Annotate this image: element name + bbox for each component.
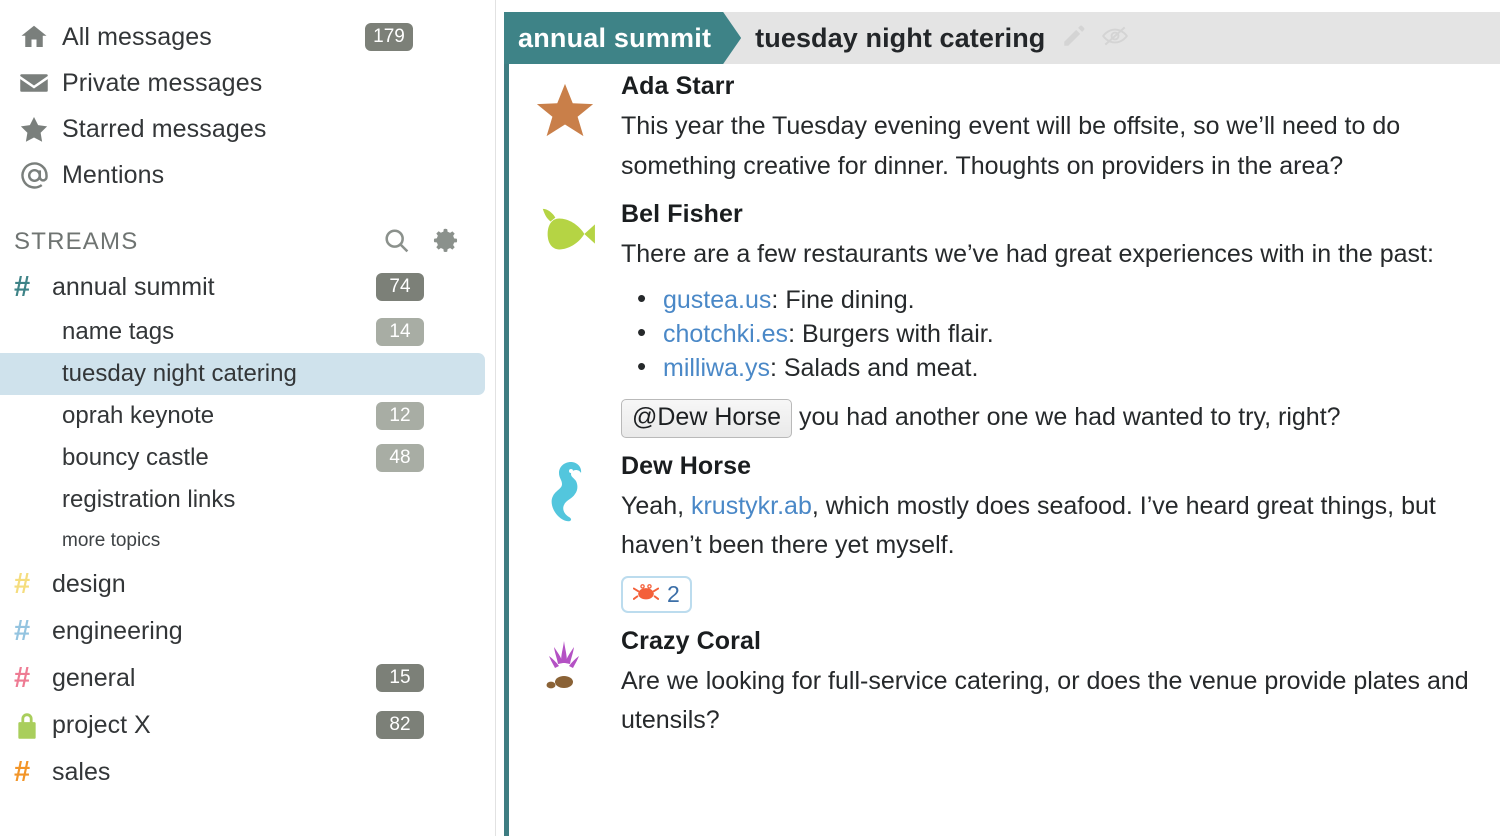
sidebar-stream-general[interactable]: # general 15	[0, 655, 495, 702]
hash-icon: #	[14, 662, 31, 694]
eye-slash-icon[interactable]	[1101, 23, 1129, 54]
stream-label-general: general	[52, 664, 136, 692]
crab-icon	[632, 581, 660, 608]
mention-rest-text: you had another one we had wanted to try…	[798, 402, 1341, 431]
message-text: There are a few restaurants we’ve had gr…	[621, 240, 1434, 268]
left-sidebar: All messages 179 Private messages Starre…	[0, 0, 495, 836]
sidebar-label-all-messages: All messages	[62, 22, 212, 51]
sidebar-item-starred-messages[interactable]: Starred messages	[0, 106, 495, 152]
unread-count-project-x: 82	[376, 711, 424, 739]
topic-label-tuesday-night-catering: tuesday night catering	[62, 360, 297, 387]
star-icon	[14, 115, 54, 144]
stream-label-sales: sales	[52, 758, 111, 786]
reaction-count: 2	[667, 580, 680, 607]
message-row: Crazy Coral Are we looking for full-serv…	[509, 619, 1500, 747]
message-sender[interactable]: Dew Horse	[621, 452, 1480, 481]
restaurant-list: gustea.us: Fine dining. chotchki.es: Bur…	[621, 281, 1480, 385]
lock-icon	[14, 712, 44, 740]
unread-count-general: 15	[376, 664, 424, 692]
text-pre: Yeah,	[621, 491, 691, 520]
sidebar-stream-project-x[interactable]: project X 82	[0, 702, 495, 749]
breadcrumb-stream[interactable]: annual summit	[504, 12, 741, 64]
sidebar-topic-registration-links[interactable]: registration links	[0, 479, 495, 521]
message-row: Dew Horse Yeah, krustykr.ab, which mostl…	[509, 444, 1500, 619]
user-mention-dew-horse[interactable]: @Dew Horse	[621, 398, 793, 438]
stream-label-engineering: engineering	[52, 617, 183, 645]
message-text: This year the Tuesday evening event will…	[621, 112, 1401, 180]
search-icon[interactable]	[382, 226, 411, 260]
unread-count-all-messages: 179	[365, 23, 413, 51]
topic-label-bouncy-castle: bouncy castle	[62, 444, 209, 471]
message-row: Bel Fisher There are a few restaurants w…	[509, 192, 1500, 444]
message-text: Yeah, krustykr.ab, which mostly does sea…	[621, 487, 1480, 566]
sidebar-topic-oprah-keynote[interactable]: oprah keynote 12	[0, 395, 495, 437]
unread-count-name-tags: 14	[376, 318, 424, 346]
reaction-badge-crab[interactable]: 2	[621, 575, 692, 613]
message-sender[interactable]: Bel Fisher	[621, 200, 1480, 229]
list-item-desc: : Burgers with flair.	[788, 319, 994, 348]
list-item: chotchki.es: Burgers with flair.	[621, 315, 1480, 351]
link-milliwa[interactable]: milliwa.ys	[663, 354, 770, 382]
message-text: Are we looking for full-service catering…	[621, 666, 1469, 735]
stream-label-project-x: project X	[52, 711, 151, 739]
link-gustea[interactable]: gustea.us	[663, 286, 771, 314]
topic-label-registration-links: registration links	[62, 486, 236, 513]
sidebar-stream-engineering[interactable]: # engineering	[0, 608, 495, 655]
sidebar-topic-bouncy-castle[interactable]: bouncy castle 48	[0, 437, 495, 479]
sidebar-stream-design[interactable]: # design	[0, 561, 495, 608]
topic-header-bar: annual summit tuesday night catering	[504, 12, 1500, 64]
sidebar-topic-tuesday-night-catering[interactable]: tuesday night catering	[0, 353, 485, 395]
coral-icon[interactable]	[509, 627, 621, 741]
mention-line: @Dew Horse you had another one we had wa…	[621, 389, 1480, 438]
home-icon	[14, 22, 54, 52]
envelope-icon	[14, 71, 54, 95]
sidebar-label-private-messages: Private messages	[62, 68, 263, 97]
seahorse-icon[interactable]	[509, 452, 621, 613]
sidebar-item-all-messages[interactable]: All messages 179	[0, 14, 495, 60]
sidebar-item-private-messages[interactable]: Private messages	[0, 60, 495, 106]
hash-icon: #	[14, 615, 31, 647]
streams-title: STREAMS	[14, 228, 139, 255]
sidebar-stream-annual-summit[interactable]: # annual summit 74	[0, 264, 495, 311]
hash-icon: #	[14, 271, 31, 303]
list-item-desc: : Fine dining.	[771, 285, 915, 314]
unread-count-bouncy-castle: 48	[376, 444, 424, 472]
list-item-desc: : Salads and meat.	[769, 353, 979, 382]
sidebar-label-mentions: Mentions	[62, 160, 165, 189]
zulip-app-window: All messages 179 Private messages Starre…	[0, 0, 1500, 836]
message-row: Ada Starr This year the Tuesday evening …	[509, 64, 1500, 192]
gear-icon[interactable]	[431, 226, 460, 260]
list-item: gustea.us: Fine dining.	[621, 281, 1480, 317]
sidebar-topic-name-tags[interactable]: name tags 14	[0, 311, 495, 353]
streams-header: STREAMS	[0, 220, 495, 264]
stream-label-annual-summit: annual summit	[52, 273, 215, 301]
breadcrumb-topic[interactable]: tuesday night catering	[741, 12, 1045, 64]
unread-count-oprah-keynote: 12	[376, 402, 424, 430]
sidebar-label-starred-messages: Starred messages	[62, 114, 267, 143]
message-sender[interactable]: Crazy Coral	[621, 627, 1480, 656]
message-list: Ada Starr This year the Tuesday evening …	[504, 64, 1500, 836]
hash-icon: #	[14, 568, 31, 600]
link-chotchki[interactable]: chotchki.es	[663, 320, 788, 348]
tropical-fish-icon[interactable]	[509, 200, 621, 438]
link-krustykr[interactable]: krustykr.ab	[691, 492, 812, 520]
stream-label-design: design	[52, 570, 126, 598]
sidebar-item-mentions[interactable]: Mentions	[0, 152, 495, 198]
more-topics-link[interactable]: more topics	[0, 521, 495, 561]
message-sender[interactable]: Ada Starr	[621, 72, 1480, 101]
at-icon	[14, 160, 54, 191]
unread-count-annual-summit: 74	[376, 273, 424, 301]
sidebar-stream-sales[interactable]: # sales	[0, 749, 495, 796]
topic-label-name-tags: name tags	[62, 318, 175, 345]
topic-label-oprah-keynote: oprah keynote	[62, 402, 215, 429]
hash-icon: #	[14, 756, 31, 788]
list-item: milliwa.ys: Salads and meat.	[621, 349, 1480, 385]
starfish-icon[interactable]	[509, 72, 621, 186]
message-pane: annual summit tuesday night catering Ada…	[495, 0, 1500, 836]
pencil-icon[interactable]	[1061, 23, 1087, 54]
